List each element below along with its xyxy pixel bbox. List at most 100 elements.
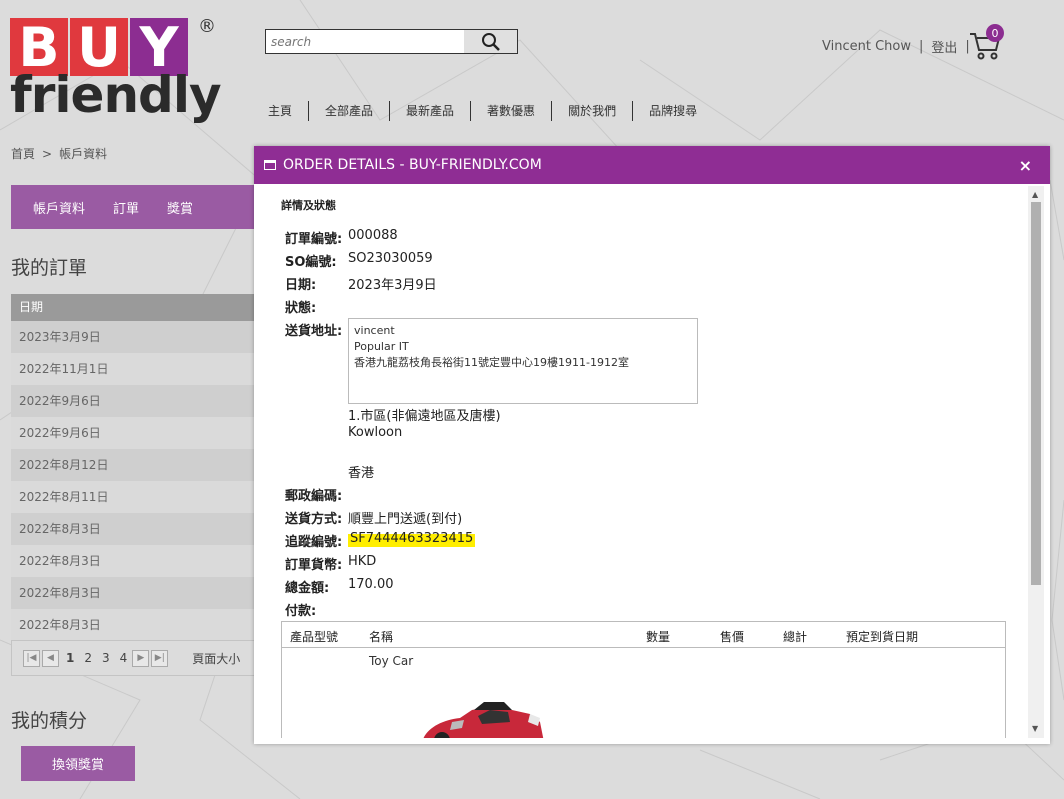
site-logo[interactable]: B U Y ® friendly xyxy=(10,16,222,124)
address-country: 香港 xyxy=(348,466,375,481)
tracking-label: 追蹤編號: xyxy=(285,535,343,550)
date-row: 日期: 2023年3月9日 xyxy=(285,274,437,293)
user-menu: Vincent Chow | 登出 | xyxy=(822,37,978,56)
table-row[interactable]: 2022年11月1日 xyxy=(11,353,266,385)
scroll-thumb[interactable] xyxy=(1031,202,1041,585)
dialog-title-bar[interactable]: ORDER DETAILS - BUY-FRIENDLY.COM × xyxy=(254,146,1050,184)
total-row: 總金額: 170.00 xyxy=(285,577,394,596)
column-quantity[interactable]: 數量 xyxy=(646,628,670,645)
tab-account-info[interactable]: 帳戶資料 xyxy=(33,198,85,217)
shipping-row: 送貨方式: 順豐上門送遞(到付) xyxy=(285,508,462,527)
pager-first-button[interactable]: |◀ xyxy=(23,649,40,667)
table-row[interactable]: 2022年8月3日 xyxy=(11,513,266,545)
order-number-row: 訂單編號: 000088 xyxy=(285,228,398,247)
address-district: 1.市區(非偏遠地區及唐樓) xyxy=(348,409,501,424)
tab-rewards[interactable]: 獎賞 xyxy=(167,198,193,217)
tracking-number-highlighted: SF7444463323415 xyxy=(348,531,476,550)
dialog-scrollbar[interactable]: ▲ ▼ xyxy=(1028,186,1044,738)
orders-table: 日期 2023年3月9日 2022年11月1日 2022年9月6日 2022年9… xyxy=(11,294,266,641)
breadcrumb-separator: > xyxy=(42,147,53,161)
scroll-up-icon[interactable]: ▲ xyxy=(1032,190,1038,199)
pager-last-button[interactable]: ▶| xyxy=(151,649,169,667)
search-box xyxy=(265,29,518,54)
breadcrumb-home[interactable]: 首頁 xyxy=(11,147,35,161)
separator: | xyxy=(918,39,924,54)
toy-car-image xyxy=(423,702,544,738)
currency-row: 訂單貨幣: HKD xyxy=(285,554,376,573)
table-row[interactable]: 2022年9月6日 xyxy=(11,417,266,449)
search-icon xyxy=(481,32,500,51)
breadcrumb-current: 帳戶資料 xyxy=(59,147,108,161)
payment-row: 付款: xyxy=(285,600,348,619)
search-button[interactable] xyxy=(464,30,517,53)
nav-brand-search[interactable]: 品牌搜尋 xyxy=(632,101,713,121)
orders-column-date[interactable]: 日期 xyxy=(11,294,266,321)
search-input[interactable] xyxy=(266,30,464,53)
registered-mark: ® xyxy=(198,16,216,37)
breadcrumb: 首頁 > 帳戶資料 xyxy=(11,145,107,162)
window-icon xyxy=(264,160,276,170)
pager-page-2[interactable]: 2 xyxy=(84,651,92,665)
column-name[interactable]: 名稱 xyxy=(369,628,393,645)
nav-offers[interactable]: 著數優惠 xyxy=(470,101,551,121)
total-label: 總金額: xyxy=(285,581,330,596)
table-row[interactable]: 2022年8月3日 xyxy=(11,609,266,641)
pager: |◀ ◀ 1 2 3 4 ▶ ▶| 頁面大小 xyxy=(11,640,266,676)
column-total[interactable]: 總計 xyxy=(783,628,807,645)
pager-next-button[interactable]: ▶ xyxy=(132,649,150,667)
currency-label: 訂單貨幣: xyxy=(285,558,343,573)
table-row[interactable]: 2022年8月3日 xyxy=(11,545,266,577)
order-items-table: 產品型號 名稱 數量 售價 總計 預定到貨日期 Toy Car xyxy=(281,621,1006,738)
pager-page-4[interactable]: 4 xyxy=(120,651,128,665)
table-row[interactable]: 2022年9月6日 xyxy=(11,385,266,417)
pager-page-3[interactable]: 3 xyxy=(102,651,110,665)
cart-count-badge: 0 xyxy=(986,24,1004,42)
total-value: 170.00 xyxy=(348,577,394,592)
column-delivery-date[interactable]: 預定到貨日期 xyxy=(846,628,918,645)
main-nav: 主頁 全部產品 最新產品 著數優惠 關於我們 品牌搜尋 xyxy=(268,101,713,121)
dialog-title: ORDER DETAILS - BUY-FRIENDLY.COM xyxy=(283,157,542,173)
postal-label: 郵政編碼: xyxy=(285,489,343,504)
close-icon[interactable]: × xyxy=(1019,156,1032,175)
page-size-label: 頁面大小 xyxy=(192,651,241,666)
logout-link[interactable]: 登出 xyxy=(931,37,957,56)
column-model[interactable]: 產品型號 xyxy=(290,628,338,645)
table-row[interactable]: 2022年8月3日 xyxy=(11,577,266,609)
date-value: 2023年3月9日 xyxy=(348,278,437,293)
nav-new-products[interactable]: 最新產品 xyxy=(389,101,470,121)
address-row: 送貨地址: xyxy=(285,320,348,339)
payment-label: 付款: xyxy=(285,604,317,619)
currency-value: HKD xyxy=(348,554,377,569)
status-row: 狀態: xyxy=(285,297,348,316)
address-city: Kowloon xyxy=(348,425,403,440)
items-header-row: 產品型號 名稱 數量 售價 總計 預定到貨日期 xyxy=(282,622,1005,648)
pager-page-1[interactable]: 1 xyxy=(66,651,74,665)
logo-friendly-text: friendly xyxy=(10,66,222,124)
nav-home[interactable]: 主頁 xyxy=(268,101,308,121)
order-number-value: 000088 xyxy=(348,228,398,243)
orders-rows: 2023年3月9日 2022年11月1日 2022年9月6日 2022年9月6日… xyxy=(11,321,266,641)
tracking-row: 追蹤編號: SF7444463323415 xyxy=(285,531,476,550)
dialog-content: 詳情及狀態 訂單編號: 000088 SO編號: SO23030059 日期: … xyxy=(254,184,1028,738)
so-number-value: SO23030059 xyxy=(348,251,433,266)
pager-prev-button[interactable]: ◀ xyxy=(42,649,59,667)
redeem-button[interactable]: 換領獎賞 xyxy=(21,746,135,781)
table-row[interactable]: 2023年3月9日 xyxy=(11,321,266,353)
table-row[interactable]: 2022年8月11日 xyxy=(11,481,266,513)
address-line: vincent xyxy=(354,324,395,337)
user-name-link[interactable]: Vincent Chow xyxy=(822,39,911,54)
tab-orders[interactable]: 訂單 xyxy=(113,198,139,217)
scroll-down-icon[interactable]: ▼ xyxy=(1032,724,1038,733)
nav-about[interactable]: 關於我們 xyxy=(551,101,632,121)
column-price[interactable]: 售價 xyxy=(720,628,744,645)
section-title: 詳情及狀態 xyxy=(281,199,336,212)
account-tabs: 帳戶資料 訂單 獎賞 xyxy=(11,185,266,229)
address-line: Popular IT xyxy=(354,340,409,353)
table-row[interactable]: 2022年8月12日 xyxy=(11,449,266,481)
postal-row: 郵政編碼: xyxy=(285,485,348,504)
nav-all-products[interactable]: 全部產品 xyxy=(308,101,389,121)
date-label: 日期: xyxy=(285,278,317,293)
status-label: 狀態: xyxy=(285,301,317,316)
order-number-label: 訂單編號: xyxy=(285,232,343,247)
so-number-row: SO編號: SO23030059 xyxy=(285,251,433,270)
